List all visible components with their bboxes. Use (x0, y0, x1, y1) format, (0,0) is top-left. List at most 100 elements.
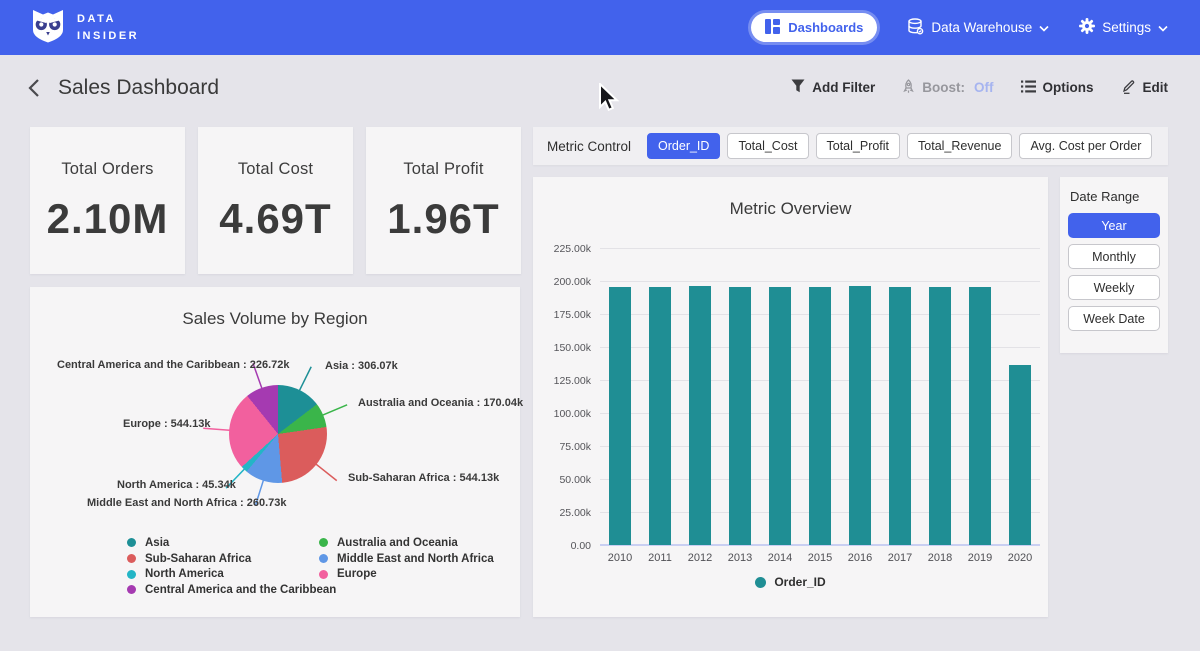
header-toolbar: Add Filter Boost: Off (791, 79, 1168, 97)
mouse-cursor (597, 83, 619, 120)
date-range-card: Date Range Year Monthly Weekly Week Date (1060, 177, 1168, 353)
bar-chart-title: Metric Overview (533, 177, 1048, 219)
pie-legend-item[interactable]: Europe (319, 566, 494, 582)
pie-label-middle-east-north-africa: Middle East and North Africa : 260.73k (87, 497, 286, 509)
bar-2015[interactable] (809, 287, 831, 545)
bar-chart-legend-item[interactable]: Order_ID (533, 575, 1048, 589)
legend-dot-icon (127, 570, 136, 579)
pie-legend-item[interactable]: Central America and the Caribbean (127, 582, 336, 598)
x-tick-2011: 2011 (640, 552, 680, 564)
bar-2020[interactable] (1009, 365, 1031, 545)
gear-icon (1079, 18, 1095, 37)
sales-volume-pie-card: Sales Volume by Region Asia : 306.07k Au… (30, 287, 520, 617)
nav-data-warehouse-label: Data Warehouse (931, 20, 1032, 35)
brand-name: DATA INSIDER (77, 11, 139, 44)
x-tick-2016: 2016 (840, 552, 880, 564)
bar-2019[interactable] (969, 287, 991, 545)
back-button[interactable] (28, 78, 40, 98)
date-range-week-date-button[interactable]: Week Date (1068, 306, 1160, 331)
pie-chart-title: Sales Volume by Region (30, 287, 520, 329)
pie-legend-item[interactable]: Middle East and North Africa (319, 551, 494, 567)
pie-legend-item[interactable]: Asia (127, 535, 336, 551)
list-options-icon (1021, 80, 1036, 96)
bar-2011[interactable] (649, 287, 671, 545)
bar-2012[interactable] (689, 286, 711, 545)
x-tick-2010: 2010 (600, 552, 640, 564)
date-range-year-button[interactable]: Year (1068, 213, 1160, 238)
bar-2013[interactable] (729, 287, 751, 545)
metric-option-avg-cost-per-order[interactable]: Avg. Cost per Order (1019, 133, 1152, 159)
x-tick-2018: 2018 (920, 552, 960, 564)
metric-option-total-revenue[interactable]: Total_Revenue (907, 133, 1012, 159)
edit-label: Edit (1143, 80, 1169, 95)
bar-2016[interactable] (849, 286, 871, 546)
nav-dashboards-button[interactable]: Dashboards (751, 13, 877, 42)
add-filter-button[interactable]: Add Filter (791, 79, 875, 96)
kpi-value: 2.10M (30, 195, 185, 243)
pie-legend-column-2: Australia and Oceania Middle East and Nor… (319, 535, 494, 582)
pie-label-central-america-caribbean: Central America and the Caribbean : 226.… (57, 359, 290, 371)
pie-legend-item[interactable]: North America (127, 566, 336, 582)
kpi-label: Total Profit (366, 160, 521, 179)
pie-legend-item[interactable]: Australia and Oceania (319, 535, 494, 551)
bar-2017[interactable] (889, 287, 911, 545)
chevron-down-icon (1039, 20, 1049, 35)
legend-label: Sub-Saharan Africa (145, 553, 251, 565)
bar-2010[interactable] (609, 287, 631, 545)
chevron-down-icon (1158, 20, 1168, 35)
page-title: Sales Dashboard (58, 76, 219, 100)
x-tick-2019: 2019 (960, 552, 1000, 564)
bar-chart-x-axis: 2010201120122013201420152016201720182019… (600, 552, 1040, 564)
kpi-label: Total Cost (198, 160, 353, 179)
date-range-monthly-button[interactable]: Monthly (1068, 244, 1160, 269)
kpi-total-profit: Total Profit 1.96T (366, 127, 521, 274)
options-button[interactable]: Options (1021, 80, 1094, 96)
brand-logo[interactable]: DATA INSIDER (30, 6, 139, 49)
owl-logo-icon (30, 6, 66, 49)
nav-data-warehouse[interactable]: Data Warehouse (907, 18, 1049, 38)
pie-legend-item[interactable]: Sub-Saharan Africa (127, 551, 336, 567)
edit-button[interactable]: Edit (1121, 79, 1169, 97)
x-tick-2020: 2020 (1000, 552, 1040, 564)
kpi-row: Total Orders 2.10M Total Cost 4.69T Tota… (30, 127, 521, 274)
metric-control-strip: Metric Control Order_ID Total_Cost Total… (533, 127, 1168, 165)
filter-funnel-icon (791, 79, 805, 96)
boost-label: Boost: (922, 80, 965, 95)
legend-label: Central America and the Caribbean (145, 584, 336, 596)
sales-dashboard-page: DATA INSIDER Dashboards (0, 0, 1200, 651)
legend-label: Asia (145, 537, 169, 549)
metric-option-total-profit[interactable]: Total_Profit (816, 133, 901, 159)
date-range-weekly-button[interactable]: Weekly (1068, 275, 1160, 300)
x-tick-2013: 2013 (720, 552, 760, 564)
legend-dot-icon (319, 554, 328, 563)
pie-legend-column-1: Asia Sub-Saharan AfricaNorth America Centr… (127, 535, 336, 598)
pie-label-north-america: North America : 45.34k (117, 479, 236, 491)
legend-label: Australia and Oceania (337, 537, 458, 549)
kpi-total-orders: Total Orders 2.10M (30, 127, 185, 274)
add-filter-label: Add Filter (812, 80, 875, 95)
bar-chart-plot-area (600, 248, 1040, 545)
bar-2014[interactable] (769, 287, 791, 545)
pie-label-australia-oceania: Australia and Oceania : 170.04k (358, 397, 523, 409)
metric-option-order-id[interactable]: Order_ID (647, 133, 720, 159)
bar-2018[interactable] (929, 287, 951, 545)
options-label: Options (1043, 80, 1094, 95)
boost-state: Off (974, 80, 994, 95)
rocket-icon (902, 79, 915, 97)
navbar-menu: Dashboards Data Warehouse (751, 13, 1168, 42)
nav-dashboards-label: Dashboards (788, 20, 863, 35)
x-tick-2017: 2017 (880, 552, 920, 564)
dashboard-grid-icon (765, 19, 780, 37)
x-tick-2012: 2012 (680, 552, 720, 564)
legend-dot-icon (319, 538, 328, 547)
kpi-value: 4.69T (198, 195, 353, 243)
x-tick-2015: 2015 (800, 552, 840, 564)
metric-overview-chart-card: Metric Overview 225.00k200.00k175.00k150… (533, 177, 1048, 617)
nav-settings[interactable]: Settings (1079, 18, 1168, 37)
pie-label-asia: Asia : 306.07k (325, 360, 398, 372)
database-icon (907, 18, 924, 38)
metric-option-total-cost[interactable]: Total_Cost (727, 133, 808, 159)
pie-chart[interactable] (229, 385, 327, 483)
kpi-total-cost: Total Cost 4.69T (198, 127, 353, 274)
boost-toggle[interactable]: Boost: Off (902, 79, 993, 97)
